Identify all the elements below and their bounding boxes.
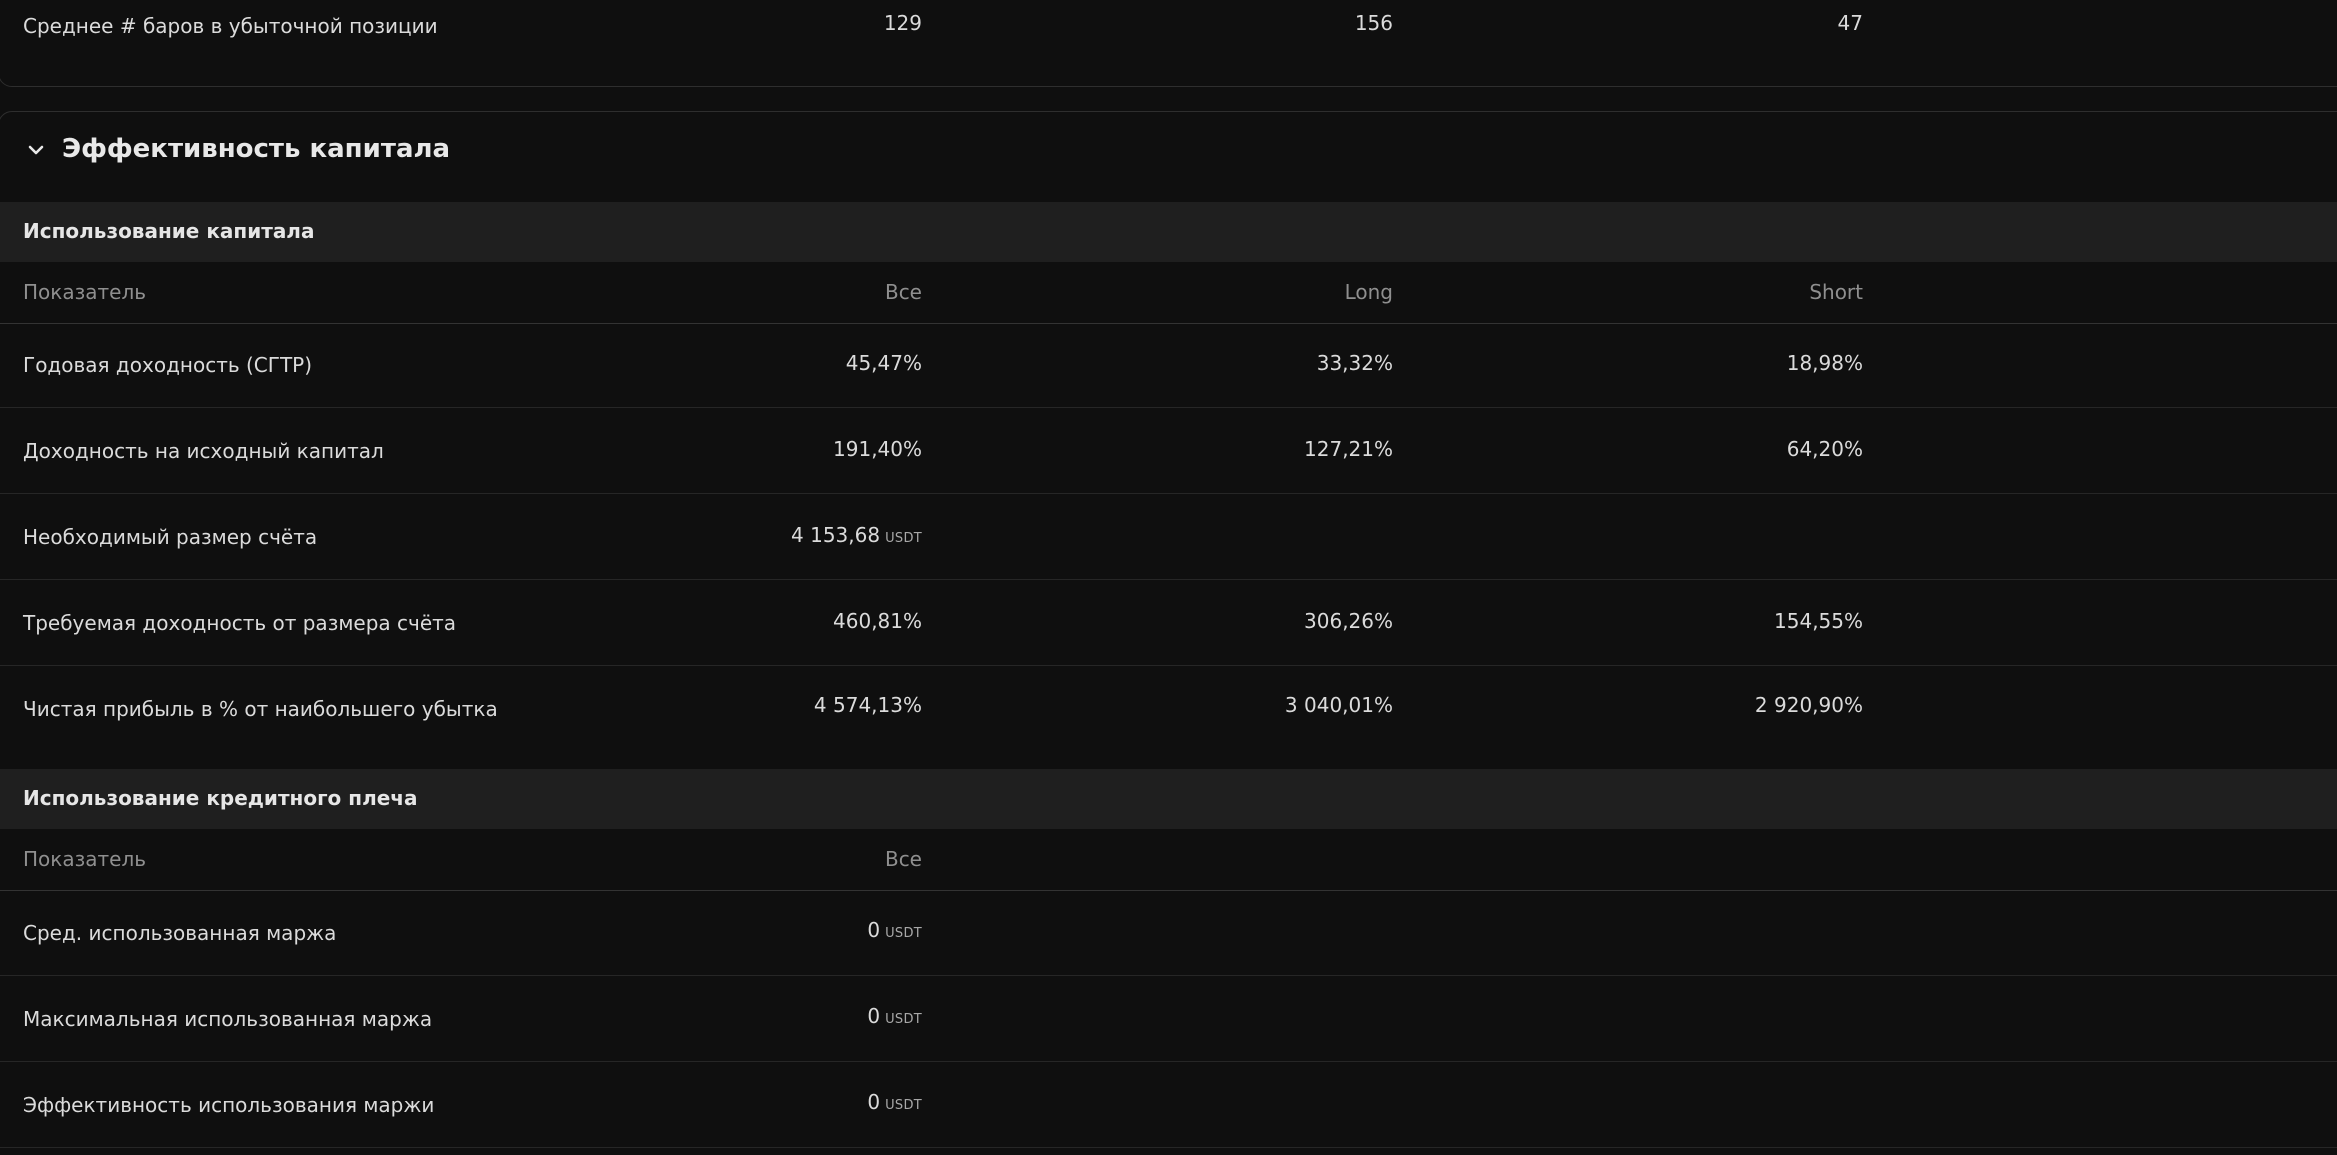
column-header-all: Все [884, 847, 922, 871]
table-row: Эффективность использования маржи 0 USDT [0, 1062, 2337, 1148]
currency-unit: USDT [885, 1098, 922, 1113]
table-row: Чистая прибыль в % от наибольшего убытка… [0, 666, 2337, 752]
group-header-leverage-usage: Использование кредитного плеча [0, 769, 2337, 829]
column-header-long: Long [1344, 280, 1393, 304]
value-short: 47 [1837, 11, 1863, 35]
row-label: Эффективность использования маржи [23, 1093, 435, 1117]
table-row: Сред. использованная маржа 0 USDT [0, 890, 2337, 976]
value-all: 4 574,13% [813, 693, 922, 717]
row-label: Требуемая доходность от размера счёта [23, 611, 457, 635]
table-row: Годовая доходность (CГТР) 45,47% 33,32% … [0, 322, 2337, 408]
group-title: Использование капитала [23, 219, 315, 243]
currency-unit: USDT [885, 531, 922, 546]
value-long: 3 040,01% [1284, 693, 1393, 717]
table-row: Необходимый размер счёта 4 153,68 USDT [0, 494, 2337, 580]
value-short: 64,20% [1786, 437, 1863, 461]
value-long: 127,21% [1304, 437, 1393, 461]
column-header-metric: Показатель [23, 847, 147, 871]
row-label: Доходность на исходный капитал [23, 439, 384, 463]
row-label: Годовая доходность (CГТР) [23, 353, 313, 377]
value-number: 0 [867, 1090, 881, 1114]
value-long: 156 [1354, 11, 1393, 35]
value-all: 129 [883, 11, 922, 35]
table-header-row: Показатель Все [0, 829, 2337, 891]
table-header-row: Показатель Все Long Short [0, 262, 2337, 324]
table-row: Среднее # баров в убыточной позиции 129 … [0, 0, 2337, 50]
table-row: Требуемая доходность от размера счёта 46… [0, 580, 2337, 666]
value-short: 18,98% [1786, 351, 1863, 375]
value-all: 0 USDT [867, 1004, 922, 1028]
value-all: 0 USDT [867, 918, 922, 942]
group-header-capital-usage: Использование капитала [0, 202, 2337, 262]
value-all: 4 153,68 USDT [791, 523, 922, 547]
column-header-all: Все [884, 280, 922, 304]
row-label: Сред. использованная маржа [23, 921, 337, 945]
row-label: Среднее # баров в убыточной позиции [23, 14, 438, 38]
value-short: 2 920,90% [1754, 693, 1863, 717]
column-header-short: Short [1809, 280, 1863, 304]
value-all: 191,40% [833, 437, 922, 461]
value-all: 460,81% [833, 609, 922, 633]
row-label: Чистая прибыль в % от наибольшего убытка [23, 697, 498, 721]
table-row: Доходность на исходный капитал 191,40% 1… [0, 408, 2337, 494]
group-title: Использование кредитного плеча [23, 786, 418, 810]
value-long: 306,26% [1304, 609, 1393, 633]
chevron-down-icon[interactable] [26, 140, 46, 160]
value-all: 0 USDT [867, 1090, 922, 1114]
strategy-report-page: Среднее # баров в убыточной позиции 129 … [0, 0, 2337, 1155]
value-all: 45,47% [845, 351, 922, 375]
currency-unit: USDT [885, 926, 922, 941]
row-label: Максимальная использованная маржа [23, 1007, 433, 1031]
currency-unit: USDT [885, 1012, 922, 1027]
section-title[interactable]: Эффективность капитала [62, 134, 450, 164]
table-row: Максимальная использованная маржа 0 USDT [0, 976, 2337, 1062]
value-number: 0 [867, 918, 881, 942]
column-header-metric: Показатель [23, 280, 147, 304]
value-short: 154,55% [1774, 609, 1863, 633]
row-label: Необходимый размер счёта [23, 525, 318, 549]
value-number: 4 153,68 [791, 523, 881, 547]
value-long: 33,32% [1316, 351, 1393, 375]
value-number: 0 [867, 1004, 881, 1028]
